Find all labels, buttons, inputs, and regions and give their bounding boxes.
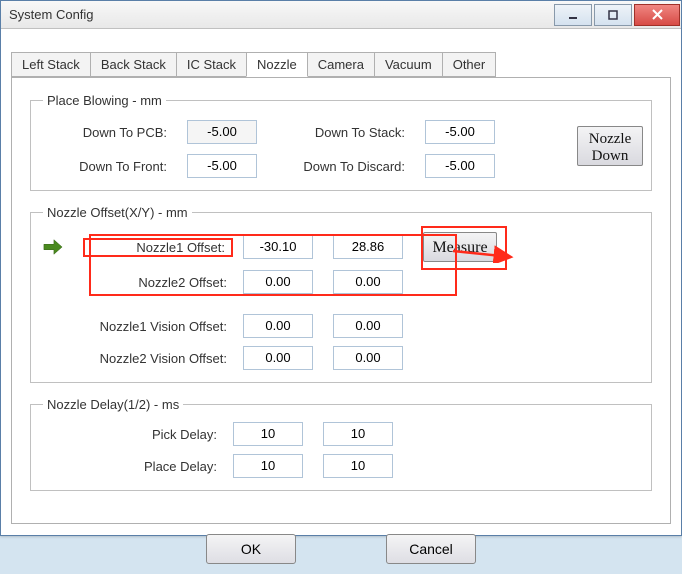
ok-button[interactable]: OK	[206, 534, 296, 564]
place-delay-2[interactable]: 10	[323, 454, 393, 478]
tab-back-stack[interactable]: Back Stack	[90, 52, 177, 77]
nozzle1-vision-offset-label: Nozzle1 Vision Offset:	[83, 319, 233, 334]
nozzle-offset-legend: Nozzle Offset(X/Y) - mm	[43, 205, 192, 220]
nozzle2-vision-offset-label: Nozzle2 Vision Offset:	[83, 351, 233, 366]
close-icon	[652, 9, 663, 20]
tab-camera[interactable]: Camera	[307, 52, 375, 77]
place-delay-label: Place Delay:	[43, 459, 223, 474]
place-delay-1[interactable]: 10	[233, 454, 303, 478]
tab-vacuum[interactable]: Vacuum	[374, 52, 443, 77]
pick-delay-label: Pick Delay:	[43, 427, 223, 442]
nozzle-tab-panel: Place Blowing - mm Down To PCB: -5.00 Do…	[11, 77, 671, 524]
nozzle2-offset-label: Nozzle2 Offset:	[83, 275, 233, 290]
close-button[interactable]	[634, 4, 680, 26]
minimize-icon	[568, 10, 578, 20]
minimize-button[interactable]	[554, 4, 592, 26]
cancel-button[interactable]: Cancel	[386, 534, 476, 564]
down-to-stack-label: Down To Stack:	[281, 125, 411, 140]
down-to-front-value[interactable]: -5.00	[187, 154, 257, 178]
nozzle2-vision-offset-x[interactable]: 0.00	[243, 346, 313, 370]
nozzle1-offset-x[interactable]: -30.10	[243, 235, 313, 259]
system-config-window: System Config Left Stack Back Stack IC S…	[0, 0, 682, 536]
down-to-discard-label: Down To Discard:	[281, 159, 411, 174]
window-title: System Config	[9, 7, 94, 22]
nozzle2-vision-offset-y[interactable]: 0.00	[333, 346, 403, 370]
down-to-pcb-value[interactable]: -5.00	[187, 120, 257, 144]
nozzle-delay-group: Nozzle Delay(1/2) - ms Pick Delay: 10 10…	[30, 397, 652, 491]
nozzle2-offset-x[interactable]: 0.00	[243, 270, 313, 294]
window-controls	[553, 4, 681, 26]
maximize-icon	[608, 10, 618, 20]
tab-strip: Left Stack Back Stack IC Stack Nozzle Ca…	[11, 52, 671, 78]
arrow-right-icon	[43, 238, 63, 256]
pick-delay-2[interactable]: 10	[323, 422, 393, 446]
down-to-pcb-label: Down To PCB:	[43, 125, 173, 140]
dialog-footer: OK Cancel	[11, 534, 671, 564]
window-content: Left Stack Back Stack IC Stack Nozzle Ca…	[1, 29, 681, 574]
nozzle1-vision-offset-y[interactable]: 0.00	[333, 314, 403, 338]
nozzle-offset-group: Nozzle Offset(X/Y) - mm Nozzle1 Offset: …	[30, 205, 652, 383]
nozzle1-offset-label: Nozzle1 Offset:	[83, 238, 233, 257]
measure-button[interactable]: Measure	[423, 232, 497, 262]
nozzle-down-button[interactable]: Nozzle Down	[577, 126, 643, 166]
nozzle-delay-legend: Nozzle Delay(1/2) - ms	[43, 397, 183, 412]
nozzle1-offset-y[interactable]: 28.86	[333, 235, 403, 259]
down-to-discard-value[interactable]: -5.00	[425, 154, 495, 178]
titlebar: System Config	[1, 1, 681, 29]
tab-ic-stack[interactable]: IC Stack	[176, 52, 247, 77]
place-blowing-legend: Place Blowing - mm	[43, 93, 166, 108]
down-to-front-label: Down To Front:	[43, 159, 173, 174]
tab-nozzle[interactable]: Nozzle	[246, 52, 308, 77]
place-blowing-group: Place Blowing - mm Down To PCB: -5.00 Do…	[30, 93, 652, 191]
tab-left-stack[interactable]: Left Stack	[11, 52, 91, 77]
pick-delay-1[interactable]: 10	[233, 422, 303, 446]
tab-other[interactable]: Other	[442, 52, 497, 77]
nozzle2-offset-y[interactable]: 0.00	[333, 270, 403, 294]
nozzle1-vision-offset-x[interactable]: 0.00	[243, 314, 313, 338]
maximize-button[interactable]	[594, 4, 632, 26]
down-to-stack-value[interactable]: -5.00	[425, 120, 495, 144]
